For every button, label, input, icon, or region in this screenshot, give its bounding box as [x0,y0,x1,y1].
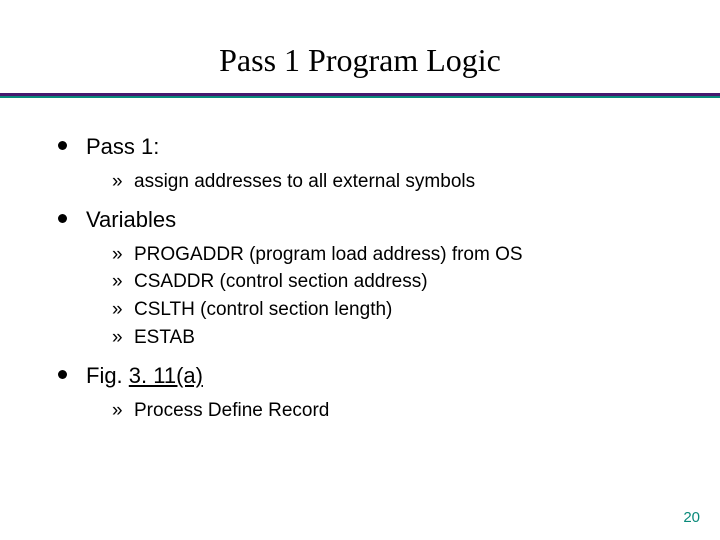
list-item: Fig. 3. 11(a) Process Define Record [58,361,720,424]
list-item: Variables PROGADDR (program load address… [58,205,720,351]
page-number: 20 [683,509,700,526]
bullet-label: Pass 1: [86,134,159,159]
sub-list-item: Process Define Record [112,397,720,425]
slide-title: Pass 1 Program Logic [0,0,720,93]
bullet-label: Variables [86,207,176,232]
sub-list-item: CSADDR (control section address) [112,268,720,296]
content-area: Pass 1: assign addresses to all external… [0,98,720,424]
figure-link[interactable]: 3. 11(a) [129,363,203,388]
sub-list-item: ESTAB [112,324,720,352]
bullet-label-prefix: Fig. [86,363,129,388]
slide: Pass 1 Program Logic Pass 1: assign addr… [0,0,720,540]
list-item: Pass 1: assign addresses to all external… [58,132,720,195]
sub-list-item: CSLTH (control section length) [112,296,720,324]
sub-list-item: PROGADDR (program load address) from OS [112,241,720,269]
sub-list-item: assign addresses to all external symbols [112,168,720,196]
divider [0,93,720,98]
